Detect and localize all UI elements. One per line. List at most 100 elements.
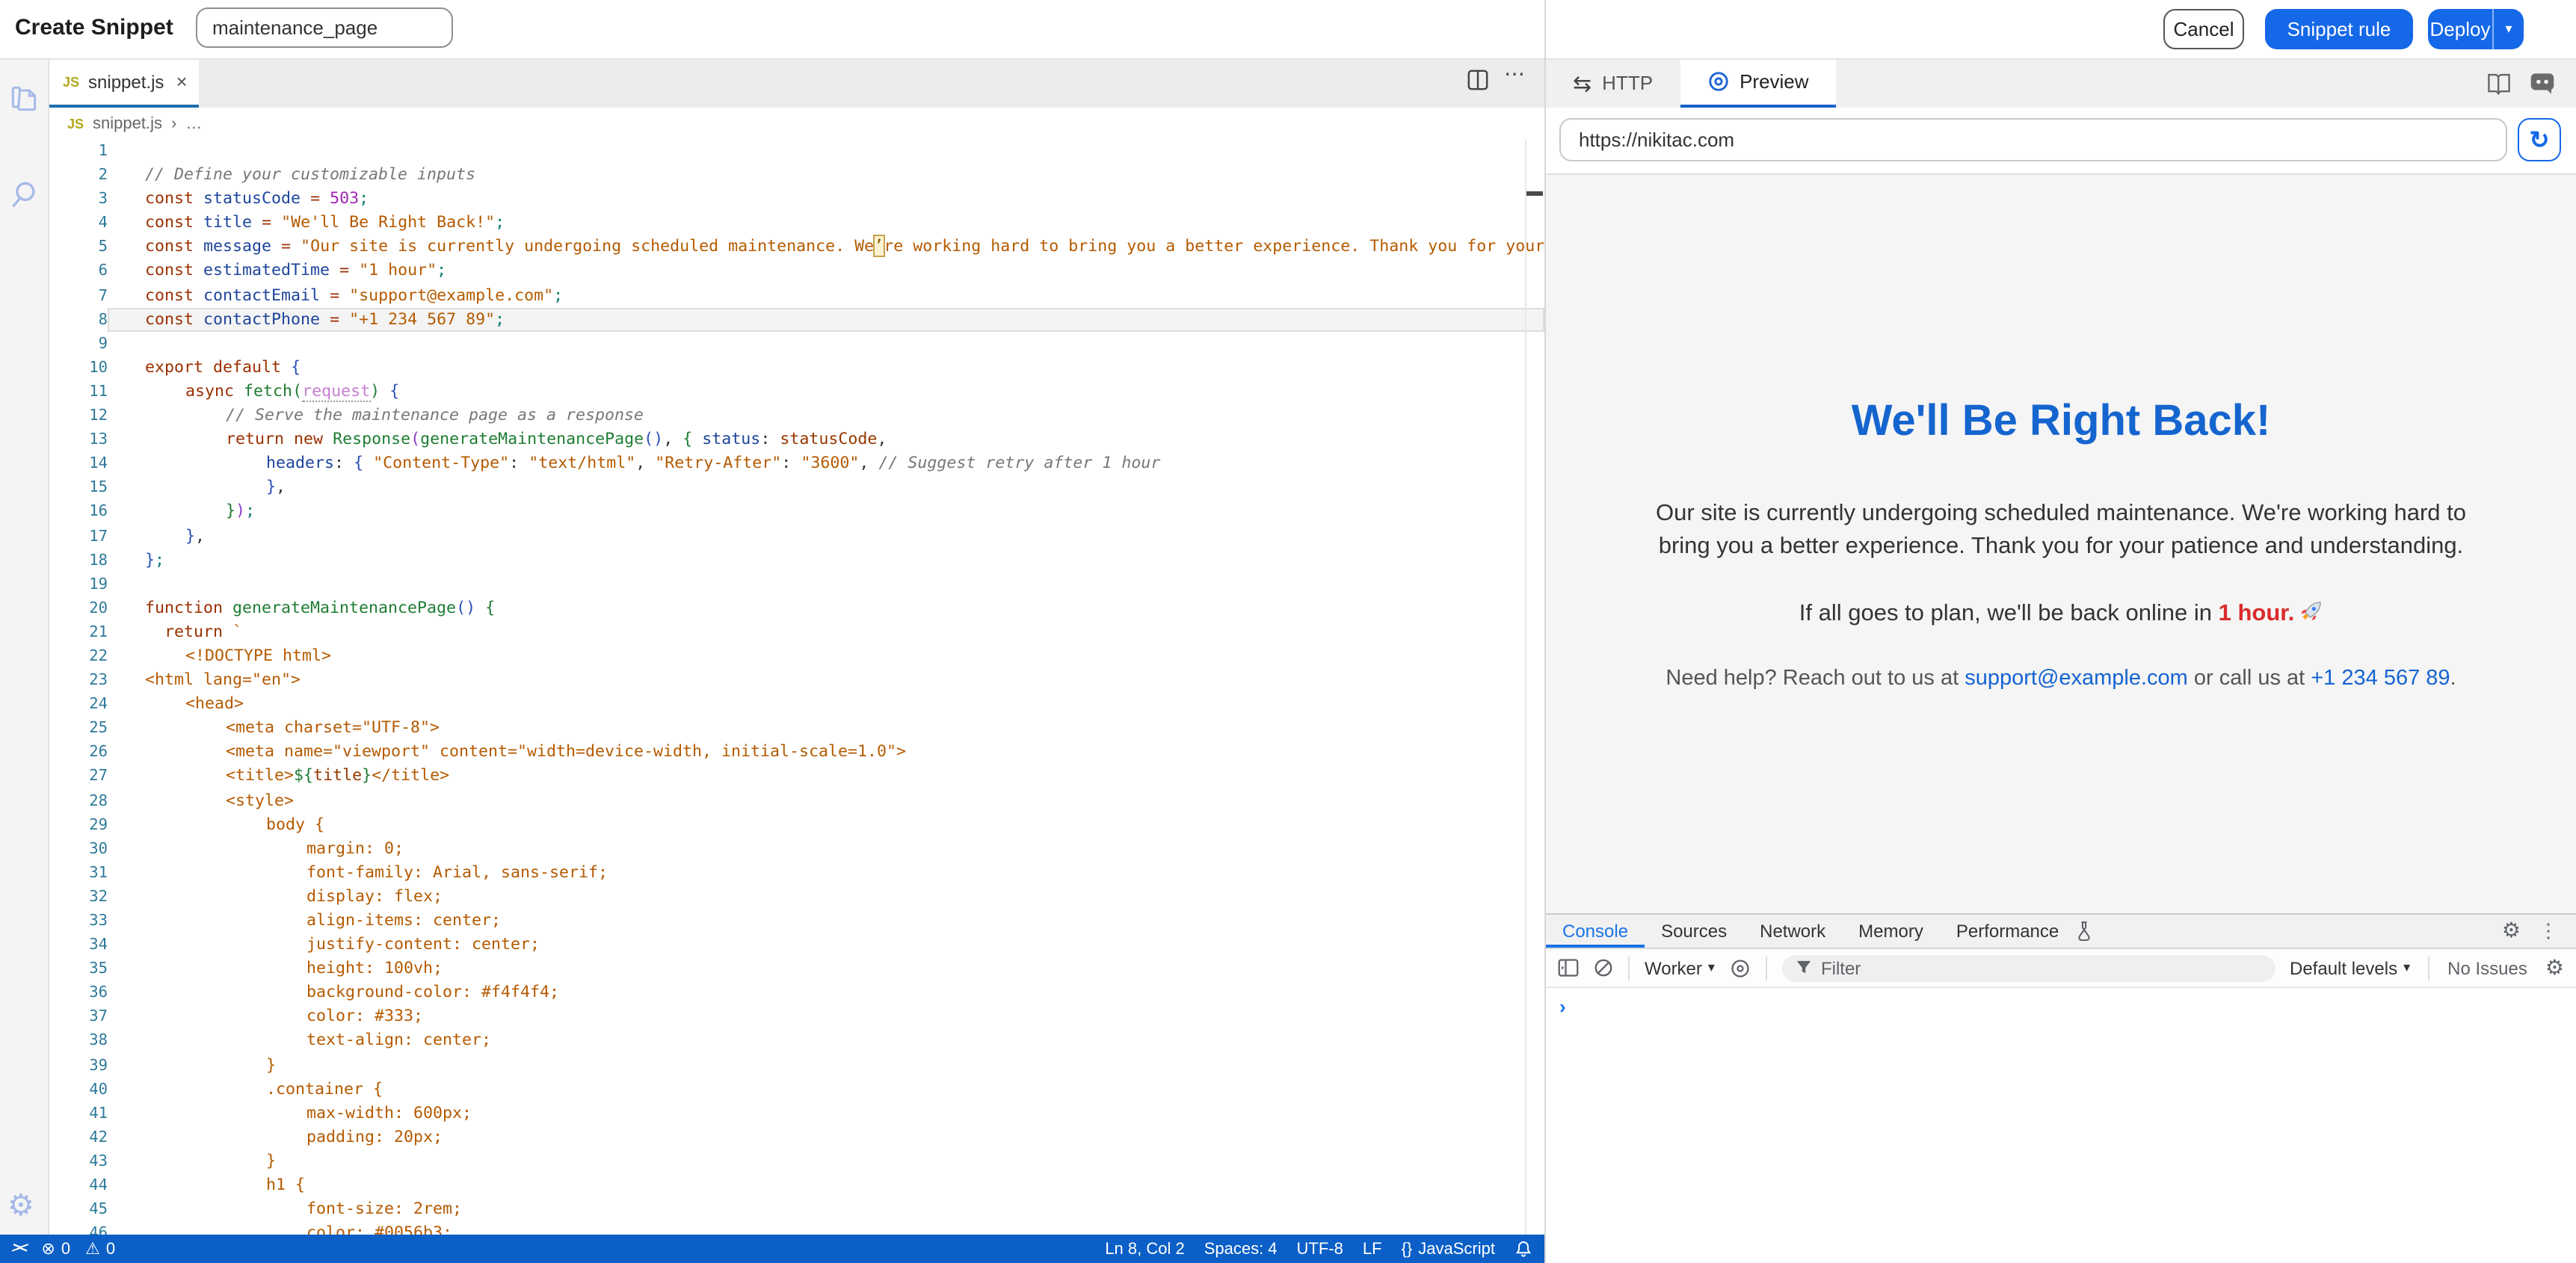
search-icon[interactable]: [7, 178, 40, 211]
code-line[interactable]: 6const estimatedTime = "1 hour";: [49, 259, 1544, 283]
code-line[interactable]: 28<style>: [49, 788, 1544, 812]
devtools-more-kebab-icon[interactable]: ⋮: [2539, 919, 2558, 943]
tab-snippet-js[interactable]: JS snippet.js ×: [49, 58, 199, 108]
code-line[interactable]: 41max-width: 600px;: [49, 1102, 1544, 1125]
code-line[interactable]: 40.container {: [49, 1077, 1544, 1101]
code-line[interactable]: 36background-color: #f4f4f4;: [49, 981, 1544, 1005]
code-line[interactable]: 22<!DOCTYPE html>: [49, 644, 1544, 668]
support-email-link[interactable]: support@example.com: [1965, 667, 2188, 691]
tab-console[interactable]: Console: [1546, 915, 1645, 948]
code-line[interactable]: 31font-family: Arial, sans-serif;: [49, 861, 1544, 885]
discord-chat-icon[interactable]: [2530, 71, 2555, 95]
code-line[interactable]: 4const title = "We'll Be Right Back!";: [49, 211, 1544, 235]
preview-viewport: We'll Be Right Back! Our site is current…: [1546, 175, 2576, 913]
snippet-rule-button[interactable]: Snippet rule: [2265, 9, 2413, 49]
code-line[interactable]: 26<meta name="viewport" content="width=d…: [49, 741, 1544, 765]
language-mode[interactable]: {} JavaScript: [1402, 1240, 1495, 1258]
code-line[interactable]: 1: [49, 139, 1544, 163]
code-line[interactable]: 10export default {: [49, 356, 1544, 380]
code-line[interactable]: 38text-align: center;: [49, 1029, 1544, 1053]
tab-memory[interactable]: Memory: [1842, 915, 1940, 948]
warnings-indicator[interactable]: ⚠ 0: [85, 1239, 115, 1259]
files-icon[interactable]: [7, 82, 40, 115]
cancel-button[interactable]: Cancel: [2163, 9, 2244, 49]
console-sidebar-toggle-icon[interactable]: [1558, 958, 1579, 978]
pane-divider[interactable]: [1544, 0, 1546, 1263]
code-line[interactable]: 33align-items: center;: [49, 909, 1544, 933]
tab-http[interactable]: ⇆ HTTP: [1546, 58, 1680, 108]
split-editor-icon[interactable]: [1467, 69, 1489, 91]
code-line[interactable]: 24<head>: [49, 692, 1544, 716]
code-line[interactable]: 8const contactPhone = "+1 234 567 89";: [49, 307, 1544, 331]
code-line[interactable]: 39}: [49, 1053, 1544, 1077]
code-line[interactable]: 25<meta charset="UTF-8">: [49, 717, 1544, 741]
code-line[interactable]: 12// Serve the maintenance page as a res…: [49, 404, 1544, 427]
errors-indicator[interactable]: ⊗ 0: [41, 1239, 70, 1259]
code-line[interactable]: 3const statusCode = 503;: [49, 187, 1544, 211]
clear-console-icon[interactable]: [1594, 958, 1613, 978]
code-line[interactable]: 11async fetch(request) {: [49, 380, 1544, 404]
code-line[interactable]: 9: [49, 332, 1544, 356]
code-line[interactable]: 30margin: 0;: [49, 836, 1544, 860]
tab-preview[interactable]: Preview: [1680, 58, 1836, 108]
code-line[interactable]: 23<html lang="en">: [49, 668, 1544, 692]
tab-network[interactable]: Network: [1743, 915, 1842, 948]
tab-close-icon[interactable]: ×: [176, 70, 187, 93]
breadcrumb-file[interactable]: snippet.js: [93, 114, 162, 132]
remote-indicator-icon[interactable]: ><: [10, 1241, 28, 1257]
editor-scrollbar[interactable]: [1525, 139, 1526, 1235]
code-line[interactable]: 15},: [49, 476, 1544, 500]
code-line[interactable]: 32display: flex;: [49, 885, 1544, 909]
code-line[interactable]: 14headers: { "Content-Type": "text/html"…: [49, 451, 1544, 475]
refresh-button[interactable]: ↻: [2518, 118, 2561, 161]
console-filter-input[interactable]: Filter: [1782, 954, 2275, 981]
code-line[interactable]: 45font-size: 2rem;: [49, 1197, 1544, 1221]
code-line[interactable]: 44h1 {: [49, 1173, 1544, 1197]
breadcrumb[interactable]: JS snippet.js › …: [49, 108, 1544, 139]
code-line[interactable]: 43}: [49, 1149, 1544, 1173]
code-line[interactable]: 7const contactEmail = "support@example.c…: [49, 283, 1544, 307]
code-line[interactable]: 19: [49, 572, 1544, 596]
code-line[interactable]: 27<title>${title}</title>: [49, 765, 1544, 788]
code-line[interactable]: 2// Define your customizable inputs: [49, 163, 1544, 187]
code-token: [363, 453, 373, 472]
code-line[interactable]: 16});: [49, 500, 1544, 524]
console-eye-icon[interactable]: [1730, 957, 1751, 978]
issues-counter[interactable]: No Issues: [2447, 957, 2527, 978]
code-line[interactable]: 5const message = "Our site is currently …: [49, 235, 1544, 259]
snippet-name-input[interactable]: [196, 7, 453, 48]
code-line[interactable]: 34justify-content: center;: [49, 933, 1544, 957]
code-editor[interactable]: 12// Define your customizable inputs3con…: [49, 139, 1544, 1235]
cursor-position[interactable]: Ln 8, Col 2: [1105, 1240, 1184, 1258]
log-levels-dropdown[interactable]: Default levels▾: [2290, 957, 2410, 978]
devtools-settings-gear-icon[interactable]: ⚙︎: [2502, 919, 2521, 943]
code-line[interactable]: 37color: #333;: [49, 1005, 1544, 1029]
tab-sources[interactable]: Sources: [1645, 915, 1743, 948]
code-line[interactable]: 20function generateMaintenancePage() {: [49, 596, 1544, 620]
code-line[interactable]: 21 return `: [49, 620, 1544, 644]
editor-more-actions-icon[interactable]: ⋯: [1504, 61, 1525, 87]
code-line[interactable]: 13return new Response(generateMaintenanc…: [49, 427, 1544, 451]
code-line[interactable]: 17},: [49, 524, 1544, 548]
support-phone-link[interactable]: +1 234 567 89: [2311, 667, 2450, 691]
console-prompt-chevron[interactable]: ›: [1559, 995, 1566, 1018]
code-line[interactable]: 42padding: 20px;: [49, 1125, 1544, 1149]
console-settings-gear-icon[interactable]: ⚙︎: [2545, 956, 2564, 980]
deploy-dropdown-caret-icon[interactable]: ▾: [2492, 9, 2524, 49]
breadcrumb-more[interactable]: …: [185, 114, 202, 132]
indentation-setting[interactable]: Spaces: 4: [1204, 1240, 1278, 1258]
eol-setting[interactable]: LF: [1363, 1240, 1382, 1258]
context-selector[interactable]: Worker▾: [1645, 957, 1715, 978]
tab-performance[interactable]: Performance: [1940, 915, 2075, 948]
deploy-button[interactable]: Deploy ▾: [2428, 9, 2524, 49]
notifications-bell-icon[interactable]: [1515, 1239, 1532, 1259]
code-line[interactable]: 18};: [49, 548, 1544, 572]
docs-book-icon[interactable]: [2486, 71, 2512, 95]
preview-url-input[interactable]: [1559, 118, 2507, 161]
encoding-setting[interactable]: UTF-8: [1297, 1240, 1343, 1258]
settings-gear-icon[interactable]: ⚙︎: [7, 1187, 40, 1220]
line-number: 27: [49, 765, 108, 788]
code-line[interactable]: 46color: #0056b3;: [49, 1221, 1544, 1235]
code-line[interactable]: 29body {: [49, 812, 1544, 836]
code-line[interactable]: 35height: 100vh;: [49, 957, 1544, 981]
